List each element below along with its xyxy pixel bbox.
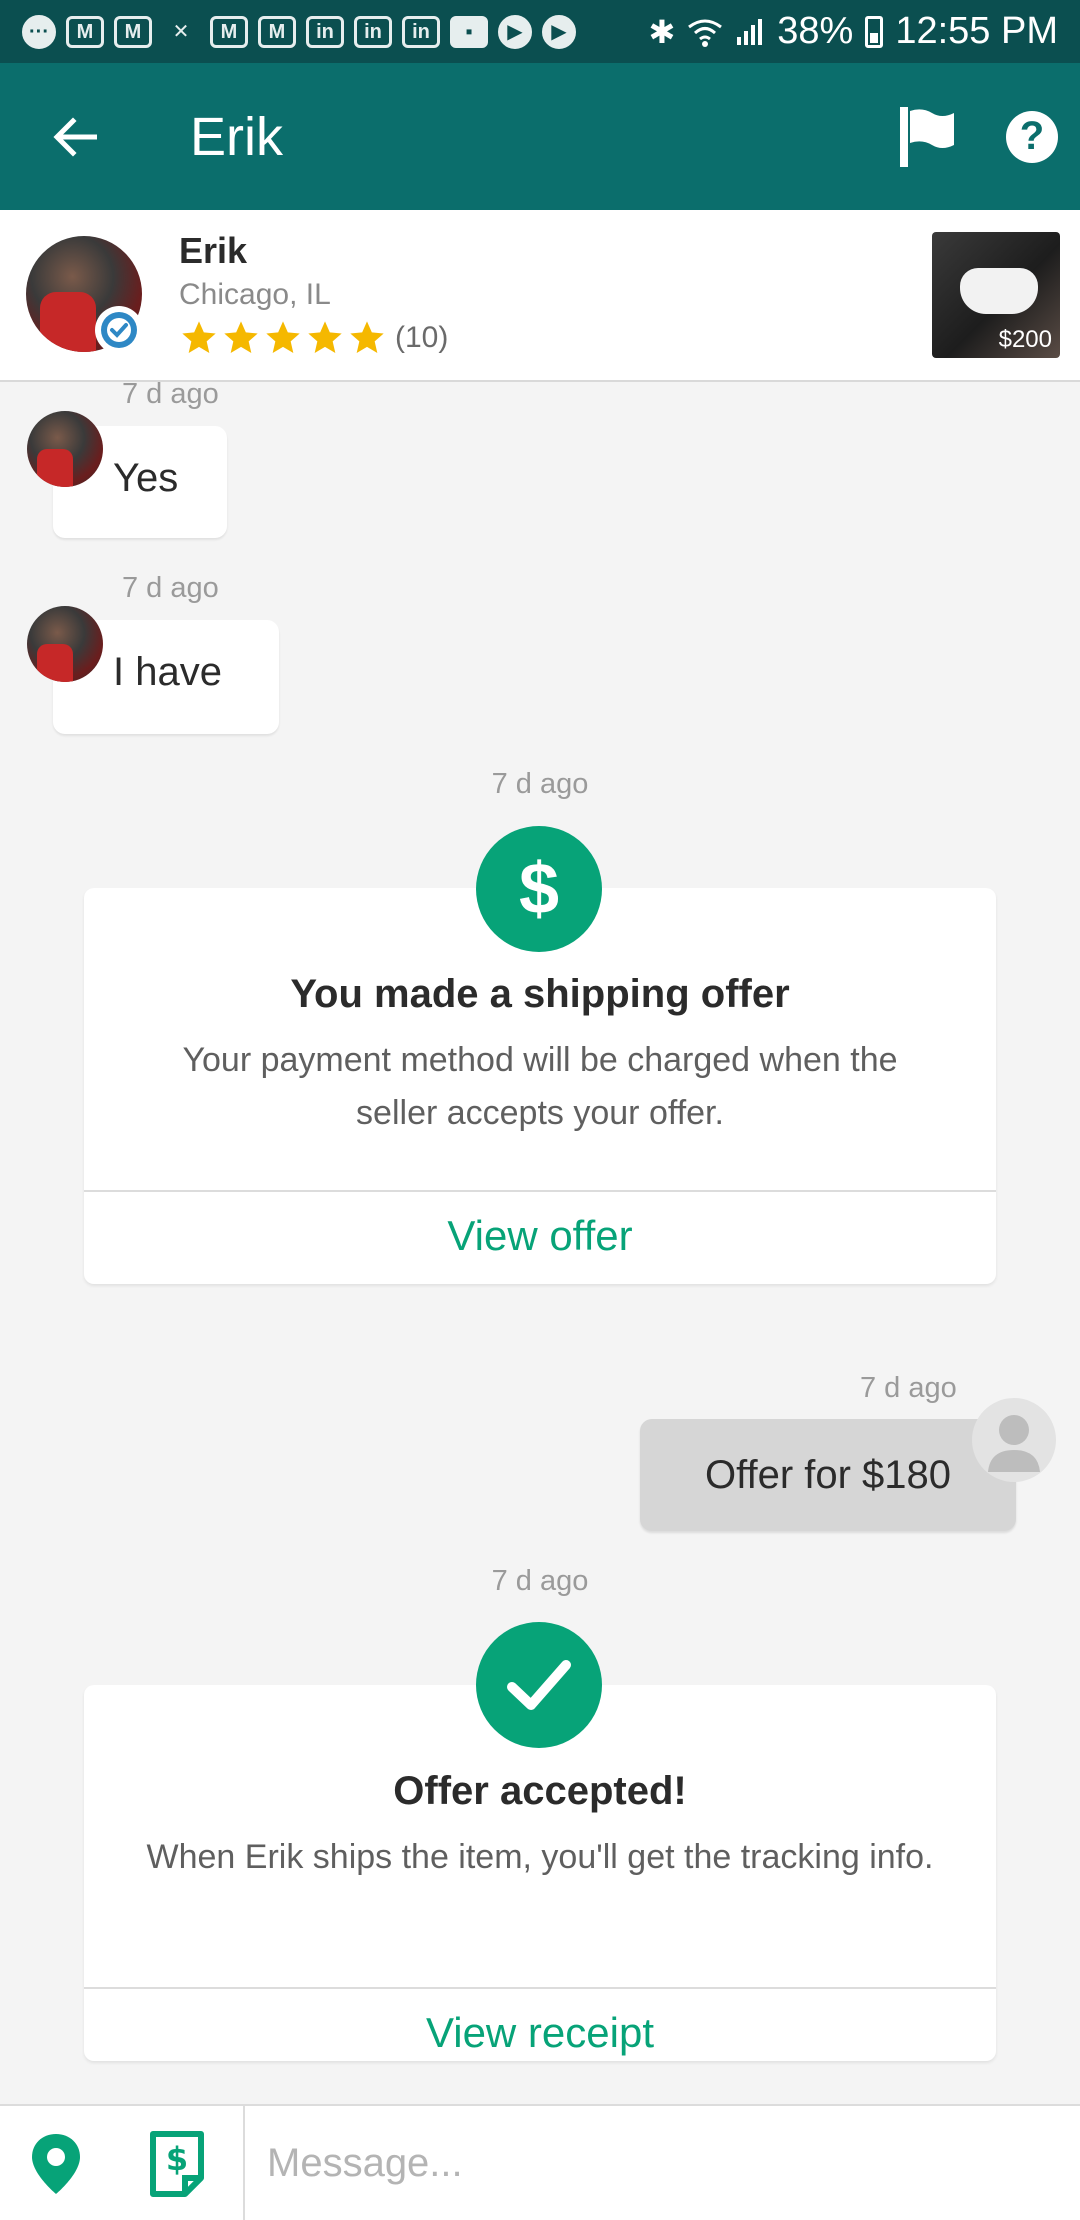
card-title: Offer accepted! bbox=[393, 1769, 687, 1813]
missed-call-icon: ✕ bbox=[172, 20, 190, 43]
view-offer-link[interactable]: View offer bbox=[84, 1212, 996, 1260]
item-price: $200 bbox=[998, 326, 1052, 353]
seller-rating: (10) bbox=[179, 318, 448, 358]
gmail-icon: M bbox=[114, 15, 152, 48]
dollar-icon: $ bbox=[476, 826, 602, 952]
gmail-icon: M bbox=[258, 15, 296, 48]
back-arrow-icon bbox=[53, 116, 97, 157]
linkedin-icon: in bbox=[306, 15, 344, 48]
card-body: Your payment method will be charged when… bbox=[182, 1041, 898, 1132]
verified-badge-icon bbox=[95, 306, 143, 354]
message-input[interactable] bbox=[245, 2106, 1080, 2220]
item-thumbnail[interactable]: $200 bbox=[932, 232, 1060, 358]
seller-location: Chicago, IL bbox=[179, 278, 331, 311]
linkedin-icon: in bbox=[354, 15, 392, 48]
messenger-icon: ··· bbox=[22, 14, 56, 49]
card-divider bbox=[84, 1190, 996, 1192]
seller-header[interactable]: Erik Chicago, IL (10) $200 bbox=[0, 210, 1080, 382]
youtube-icon: ▶ bbox=[498, 14, 532, 49]
gmail-icon: M bbox=[210, 15, 248, 48]
back-button[interactable] bbox=[0, 63, 150, 210]
card-timestamp: 7 d ago bbox=[491, 768, 589, 800]
message-text: I have bbox=[113, 650, 222, 694]
bluetooth-icon: ✱ bbox=[648, 13, 676, 50]
battery-icon bbox=[865, 15, 884, 48]
gmail-icon: M bbox=[66, 15, 104, 48]
checkmark-icon bbox=[476, 1622, 602, 1748]
rating-count: (10) bbox=[395, 321, 449, 354]
clock: 12:55 PM bbox=[895, 10, 1058, 52]
seller-name: Erik bbox=[179, 230, 248, 271]
outgoing-message-bubble[interactable]: Offer for $180 bbox=[640, 1419, 1016, 1531]
location-pin-icon[interactable] bbox=[26, 2130, 86, 2198]
person-icon bbox=[988, 1415, 1040, 1472]
app-bar: Erik ? bbox=[0, 63, 1080, 210]
signal-icon bbox=[737, 18, 763, 45]
sender-avatar[interactable] bbox=[27, 606, 103, 682]
view-receipt-link[interactable]: View receipt bbox=[84, 2009, 996, 2057]
sender-avatar[interactable] bbox=[27, 411, 103, 487]
star-icon bbox=[182, 321, 216, 353]
page-title: Erik bbox=[190, 106, 283, 167]
user-avatar[interactable] bbox=[972, 1398, 1056, 1482]
chat-icon: ▪ bbox=[450, 15, 488, 48]
star-icon bbox=[308, 321, 342, 353]
message-text: Yes bbox=[113, 456, 179, 500]
message-timestamp: 7 d ago bbox=[122, 572, 219, 604]
star-icon bbox=[224, 321, 258, 353]
card-divider bbox=[84, 1987, 996, 1989]
linkedin-icon: in bbox=[402, 15, 440, 48]
message-composer: $ bbox=[0, 2104, 1080, 2220]
star-icon bbox=[266, 321, 300, 353]
payment-icon[interactable]: $ bbox=[145, 2130, 209, 2198]
status-bar: ··· M M ✕ M M in in in ▪ ▶ ▶ ✱ 38% 12:55… bbox=[0, 0, 1080, 63]
flag-icon[interactable] bbox=[898, 106, 956, 167]
message-text: Offer for $180 bbox=[704, 1452, 952, 1497]
star-icon bbox=[350, 321, 384, 353]
card-title: You made a shipping offer bbox=[290, 972, 790, 1016]
message-timestamp: 7 d ago bbox=[122, 378, 219, 410]
message-timestamp: 7 d ago bbox=[860, 1372, 957, 1404]
svg-text:$: $ bbox=[166, 2140, 188, 2178]
wifi-icon bbox=[688, 19, 723, 47]
card-timestamp: 7 d ago bbox=[491, 1565, 589, 1597]
help-button[interactable]: ? bbox=[1006, 110, 1058, 163]
youtube-icon: ▶ bbox=[542, 14, 576, 49]
card-body: When Erik ships the item, you'll get the… bbox=[146, 1838, 934, 1876]
notification-icons: ··· M M ✕ M M in in in ▪ ▶ ▶ bbox=[22, 14, 576, 49]
battery-percent: 38% bbox=[777, 10, 854, 52]
